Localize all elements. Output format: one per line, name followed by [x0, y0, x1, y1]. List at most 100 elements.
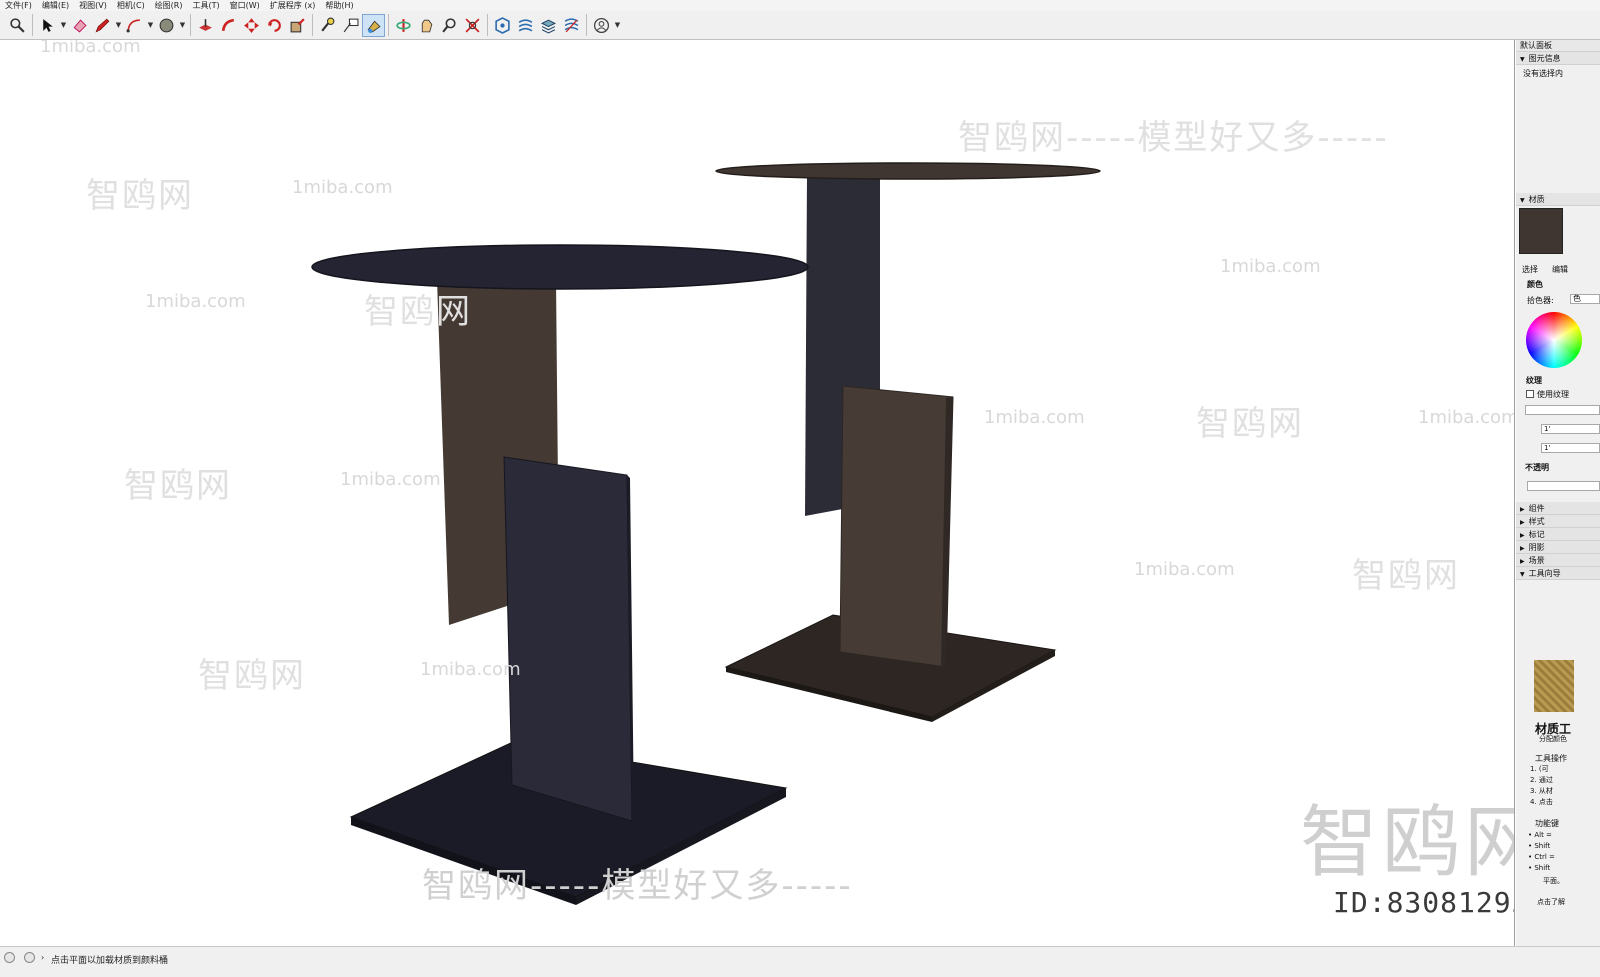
section-label: 样式: [1528, 517, 1545, 526]
push-pull-icon[interactable]: [194, 14, 217, 37]
arc-icon[interactable]: [123, 14, 146, 37]
default-tray: 默认面板 ▼ 图元信息 没有选择内 ▼ 材质 选择 编辑 颜色 拾色器: 色 纹理 …: [1516, 40, 1600, 946]
instructor-tail: 平面。: [1543, 877, 1564, 885]
pan-icon[interactable]: [415, 14, 438, 37]
menu-item[interactable]: 窗口(W): [230, 0, 260, 11]
model-viewport[interactable]: 1miba.com 1miba.com 智鸥网-----模型好又多----- 智…: [0, 40, 1515, 946]
instructor-line: 1. (可: [1530, 765, 1549, 773]
opacity-slider[interactable]: [1527, 481, 1600, 491]
tray-section-header[interactable]: ▶ 场景: [1516, 554, 1600, 567]
collapse-triangle-icon: ▶: [1520, 506, 1525, 513]
account-icon[interactable]: [590, 14, 613, 37]
toolbar: ▼ ▼ ▼ ▼ ▼: [0, 11, 1600, 40]
instructor-line: 2. 通过: [1530, 776, 1553, 784]
toolbar-separator: [487, 14, 488, 36]
status-bar: › 点击平面以加载材质到颜料桶: [0, 946, 1600, 977]
picker-select[interactable]: 色: [1570, 294, 1600, 304]
instructor-link[interactable]: 点击了解: [1530, 897, 1565, 907]
material-swatch[interactable]: [1519, 208, 1563, 254]
move-icon[interactable]: [240, 14, 263, 37]
side-table-right[interactable]: [715, 162, 1101, 722]
menu-item[interactable]: 帮助(H): [325, 0, 353, 11]
text-icon[interactable]: [339, 14, 362, 37]
chevron-down-icon[interactable]: ▼: [114, 14, 123, 37]
status-arrow: ›: [41, 953, 45, 962]
menu-item[interactable]: 工具(T): [193, 0, 220, 11]
side-table-left[interactable]: [311, 244, 809, 905]
tab-select[interactable]: 选择: [1516, 264, 1538, 275]
toolbar-separator: [388, 14, 389, 36]
entity-info-text: 没有选择内: [1523, 69, 1563, 78]
collapse-triangle-icon: ▶: [1520, 545, 1525, 552]
tape-measure-icon[interactable]: [316, 14, 339, 37]
menu-item[interactable]: 绘图(R): [155, 0, 183, 11]
texture-height-field[interactable]: 1': [1541, 443, 1600, 453]
menu-item[interactable]: 相机(C): [117, 0, 145, 11]
opacity-label: 不透明: [1525, 463, 1549, 472]
expand-triangle-icon: ▼: [1520, 571, 1525, 578]
instructor-line: • Shift: [1528, 864, 1551, 872]
credits-icon[interactable]: [24, 952, 35, 963]
collapse-triangle-icon: ▶: [1520, 532, 1525, 539]
magnifier-icon[interactable]: [6, 14, 29, 37]
section-label: 标记: [1528, 530, 1545, 539]
tray-section-header[interactable]: ▶ 组件: [1516, 502, 1600, 515]
chevron-down-icon[interactable]: ▼: [613, 14, 622, 37]
entity-info-header[interactable]: ▼ 图元信息: [1516, 52, 1600, 65]
pencil-icon[interactable]: [91, 14, 114, 37]
orbit-icon[interactable]: [392, 14, 415, 37]
section-label: 材质: [1528, 195, 1545, 204]
picker-label: 拾色器:: [1527, 296, 1554, 305]
3d-scene: [311, 162, 1101, 905]
texture-width-field[interactable]: 1': [1541, 424, 1600, 434]
toolbar-separator: [190, 14, 191, 36]
section-label: 图元信息: [1528, 54, 1561, 63]
follow-me-icon[interactable]: [217, 14, 240, 37]
tray-title: 默认面板: [1516, 40, 1600, 52]
tabletop-left: [311, 244, 809, 290]
color-wheel[interactable]: [1526, 312, 1582, 368]
texture-preview: [1534, 660, 1574, 712]
rotate-icon[interactable]: [263, 14, 286, 37]
section-label: 场景: [1528, 556, 1545, 565]
toolbar-separator: [32, 14, 33, 36]
tab-edit[interactable]: 编辑: [1545, 264, 1568, 275]
paint-icon[interactable]: [362, 13, 385, 37]
color-label: 颜色: [1527, 280, 1543, 289]
instructor-ops-label: 工具操作: [1535, 754, 1567, 763]
tray-section-header[interactable]: ▶ 样式: [1516, 515, 1600, 528]
expand-triangle-icon: ▼: [1520, 56, 1525, 63]
menu-item[interactable]: 编辑(E): [42, 0, 69, 11]
instructor-line: 3. 从材: [1530, 787, 1553, 795]
chevron-down-icon[interactable]: ▼: [178, 14, 187, 37]
toolbar-separator: [312, 14, 313, 36]
menu-bar: 文件(F) 编辑(E) 视图(V) 相机(C) 绘图(R) 工具(T) 窗口(W) 扩展程序 …: [0, 0, 1600, 11]
outliner-icon[interactable]: [491, 14, 514, 37]
status-hint: 点击平面以加载材质到颜料桶: [51, 956, 169, 966]
tray-section-header[interactable]: ▶ 阴影: [1516, 541, 1600, 554]
instructor-line: • Alt =: [1528, 831, 1552, 839]
texture-path-field[interactable]: [1525, 405, 1600, 415]
select-arrow-icon[interactable]: [36, 14, 59, 37]
menu-item[interactable]: 文件(F): [5, 0, 32, 11]
shadows-icon[interactable]: [560, 14, 583, 37]
chevron-down-icon[interactable]: ▼: [59, 14, 68, 37]
toolbar-separator: [586, 14, 587, 36]
tray-section-header[interactable]: ▶ 标记: [1516, 528, 1600, 541]
front-panel-right: [839, 385, 954, 668]
scale-icon[interactable]: [286, 14, 309, 37]
collapse-triangle-icon: ▶: [1520, 558, 1525, 565]
menu-item[interactable]: 扩展程序 (x): [270, 0, 316, 11]
paint-bucket-icon[interactable]: [155, 14, 178, 37]
chevron-down-icon[interactable]: ▼: [146, 14, 155, 37]
menu-item[interactable]: 视图(V): [79, 0, 107, 11]
zoom-extents-icon[interactable]: [461, 14, 484, 37]
geo-location-icon[interactable]: [4, 952, 15, 963]
instructor-header[interactable]: ▼ 工具向导: [1516, 567, 1600, 580]
layers-icon[interactable]: [537, 14, 560, 37]
zoom-icon[interactable]: [438, 14, 461, 37]
eraser-icon[interactable]: [68, 14, 91, 37]
materials-header[interactable]: ▼ 材质: [1516, 193, 1600, 206]
expand-triangle-icon: ▼: [1520, 197, 1525, 204]
sandbox-icon[interactable]: [514, 14, 537, 37]
